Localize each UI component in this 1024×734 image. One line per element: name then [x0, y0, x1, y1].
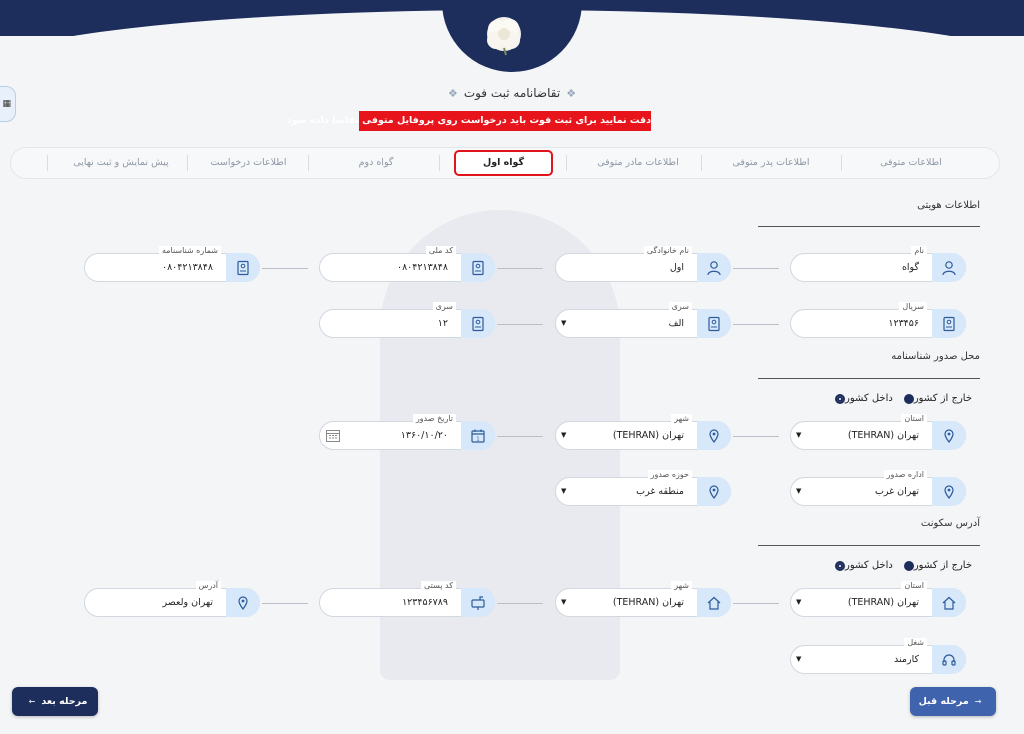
issue-office-select[interactable]: اداره صدور تهران غرب ▼	[790, 470, 966, 506]
id-card-icon	[461, 309, 495, 338]
issue-city-select[interactable]: شهر تهران (TEHRAN) ▼	[555, 414, 731, 450]
connector-line	[497, 603, 543, 604]
issue-zone-select[interactable]: حوزه صدور منطقه غرب ▼	[555, 470, 731, 506]
issue-province-select[interactable]: استان تهران (TEHRAN) ▼	[790, 414, 966, 450]
map-pin-icon	[932, 477, 966, 506]
house-icon	[932, 588, 966, 617]
side-panel-toggle[interactable]: ▦	[0, 86, 16, 122]
radio-selected-icon	[835, 393, 845, 404]
chevron-down-icon[interactable]: ▼	[561, 478, 566, 505]
issue-date-field[interactable]: تاریخ صدور ۱۳۶۰/۱۰/۲۰ 1	[319, 414, 495, 450]
id-card-icon	[461, 253, 495, 282]
step-divider	[47, 155, 48, 171]
connector-line	[733, 603, 779, 604]
connector-line	[262, 268, 308, 269]
tab-request-info[interactable]: اطلاعات درخواست	[196, 148, 301, 178]
serial-field[interactable]: سریال ۱۲۳۴۵۶	[790, 302, 966, 338]
location-icon	[226, 588, 260, 617]
step-divider	[566, 155, 567, 171]
connector-line	[497, 268, 543, 269]
grid-icon: ▦	[2, 99, 11, 109]
connector-line	[497, 324, 543, 325]
steps-bar: اطلاعات متوفی اطلاعات پدر متوفی اطلاعات …	[10, 147, 1000, 179]
residence-province-select[interactable]: استان تهران (TEHRAN) ▼	[790, 581, 966, 617]
section-divider	[758, 545, 980, 546]
ornament-icon: ❖	[447, 87, 458, 100]
chevron-down-icon[interactable]: ▼	[796, 589, 801, 616]
step-divider	[841, 155, 842, 171]
series-letter-select[interactable]: سری الف ▼	[555, 302, 731, 338]
chevron-down-icon[interactable]: ▼	[796, 422, 801, 449]
address-field[interactable]: آدرس تهران ولعصر	[84, 581, 260, 617]
section-title-issue-place: محل صدور شناسنامه	[891, 351, 980, 362]
tab-deceased-info[interactable]: اطلاعات متوفی	[851, 148, 971, 178]
map-pin-icon	[932, 421, 966, 450]
step-divider	[187, 155, 188, 171]
radio-outside-country[interactable]: خارج از کشور	[901, 560, 972, 571]
page-title: ❖تقاضانامه ثبت فوت❖	[447, 86, 577, 100]
arrow-right-icon: →	[974, 697, 982, 706]
svg-text:1: 1	[476, 436, 479, 442]
section-title-identity: اطلاعات هویتی	[917, 200, 980, 211]
connector-line	[497, 436, 543, 437]
user-icon	[932, 253, 966, 282]
arrow-left-icon: ←	[28, 697, 36, 706]
next-step-button[interactable]: مرحله بعد ←	[12, 687, 98, 716]
map-pin-icon	[697, 477, 731, 506]
first-name-field[interactable]: نام گواه	[790, 246, 966, 282]
radio-selected-icon	[835, 560, 845, 571]
series-number-field[interactable]: سری ۱۲	[319, 302, 495, 338]
radio-inside-country[interactable]: داخل کشور	[832, 393, 893, 404]
calendar-picker-icon[interactable]	[326, 429, 340, 442]
id-card-icon	[697, 309, 731, 338]
section-divider	[758, 226, 980, 227]
tab-first-witness[interactable]: گواه اول	[454, 150, 553, 176]
connector-line	[733, 268, 779, 269]
step-divider	[701, 155, 702, 171]
calendar-icon: 1	[461, 421, 495, 450]
tab-preview-submit[interactable]: پیش نمایش و ثبت نهایی	[59, 148, 183, 178]
radio-unselected-icon	[903, 393, 914, 404]
flower-logo-icon	[487, 17, 521, 56]
mailbox-icon	[461, 588, 495, 617]
residence-city-select[interactable]: شهر تهران (TEHRAN) ▼	[555, 581, 731, 617]
house-icon	[697, 588, 731, 617]
issue-location-radio-group: داخل کشور خارج از کشور	[824, 393, 972, 404]
tab-father-info[interactable]: اطلاعات پدر متوفی	[711, 148, 831, 178]
connector-line	[733, 436, 779, 437]
national-code-field[interactable]: کد ملی ۰۸۰۴۲۱۳۸۴۸	[319, 246, 495, 282]
chevron-down-icon[interactable]: ▼	[561, 589, 566, 616]
warning-banner: دقت نمایید برای ثبت فوت باید درخواست روی…	[287, 111, 651, 131]
chevron-down-icon[interactable]: ▼	[796, 646, 801, 673]
job-select[interactable]: شغل کارمند ▼	[790, 638, 966, 674]
tab-mother-info[interactable]: اطلاعات مادر متوفی	[579, 148, 697, 178]
id-card-icon	[932, 309, 966, 338]
id-card-icon	[226, 253, 260, 282]
radio-unselected-icon	[903, 560, 914, 571]
residence-location-radio-group: داخل کشور خارج از کشور	[824, 560, 972, 571]
chevron-down-icon[interactable]: ▼	[796, 478, 801, 505]
headset-icon	[932, 645, 966, 674]
section-divider	[758, 378, 980, 379]
previous-step-button[interactable]: → مرحله قبل	[910, 687, 996, 716]
user-icon	[697, 253, 731, 282]
connector-line	[733, 324, 779, 325]
chevron-down-icon[interactable]: ▼	[561, 310, 566, 337]
id-number-field[interactable]: شماره شناسنامه ۰۸۰۴۲۱۳۸۴۸	[84, 246, 260, 282]
chevron-down-icon[interactable]: ▼	[561, 422, 566, 449]
connector-line	[262, 603, 308, 604]
map-pin-icon	[697, 421, 731, 450]
step-divider	[308, 155, 309, 171]
tab-second-witness[interactable]: گواه دوم	[321, 148, 431, 178]
radio-outside-country[interactable]: خارج از کشور	[901, 393, 972, 404]
ornament-icon: ❖	[566, 87, 577, 100]
step-divider	[439, 155, 440, 171]
radio-inside-country[interactable]: داخل کشور	[832, 560, 893, 571]
postal-code-field[interactable]: کد پستی ۱۲۳۴۵۶۷۸۹	[319, 581, 495, 617]
last-name-field[interactable]: نام خانوادگی اول	[555, 246, 731, 282]
section-title-residence: آدرس سکونت	[920, 518, 980, 529]
